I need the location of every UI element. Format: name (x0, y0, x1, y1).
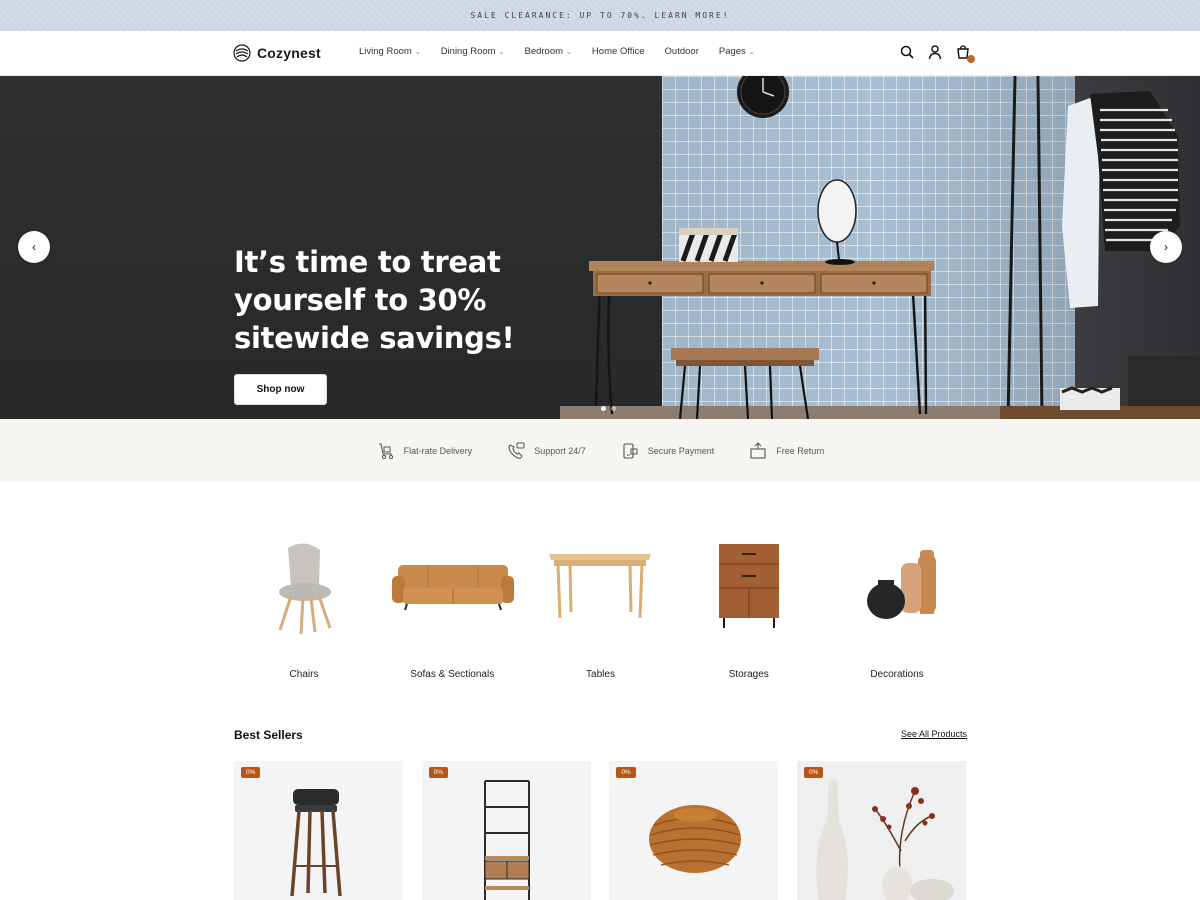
category-sofas[interactable]: Sofas & Sectionals (381, 530, 523, 680)
nav-item-outdoor[interactable]: Outdoor (665, 46, 699, 57)
best-sellers-title: Best Sellers (234, 728, 303, 742)
category-label: Decorations (870, 669, 924, 680)
feature-label: Flat-rate Delivery (403, 445, 473, 456)
feature-label: Secure Payment (647, 445, 715, 456)
chevron-right-icon: › (1164, 240, 1168, 254)
header-actions (899, 44, 975, 63)
table-image (530, 530, 672, 640)
user-icon[interactable] (927, 44, 943, 60)
feature-free-return: Free Return (748, 441, 824, 461)
category-label: Chairs (289, 669, 319, 680)
main-nav: Living Room ⌄ Dining Room ⌄ Bedroom ⌄ Home … (359, 46, 775, 57)
feature-delivery: Flat-rate Delivery (376, 441, 473, 461)
pouf-image (649, 805, 742, 873)
chevron-down-icon: ⌄ (748, 48, 755, 56)
category-tables[interactable]: Tables (530, 530, 672, 680)
secure-payment-icon (623, 442, 638, 459)
announcement-text[interactable]: SALE CLEARANCE: UP TO 70%. LEARN MORE! (470, 11, 729, 20)
search-icon[interactable] (899, 44, 915, 60)
nav-label: Home Office (591, 46, 645, 57)
product-card[interactable]: 0% (609, 761, 779, 900)
nav-label: Outdoor (664, 46, 699, 57)
chevron-down-icon: ⌄ (566, 48, 572, 56)
discount-badge: 0% (616, 767, 636, 778)
hero-next-button[interactable]: › (1150, 231, 1182, 263)
discount-badge: 0% (803, 767, 824, 778)
category-label: Tables (586, 669, 615, 680)
product-card[interactable]: 0% (234, 761, 403, 900)
logo-icon (233, 44, 251, 62)
nav-label: Dining Room (440, 46, 496, 57)
product-card[interactable]: 0% (796, 761, 966, 900)
support-icon (508, 442, 525, 459)
hero-dot-2[interactable] (611, 406, 616, 411)
feature-secure-payment: Secure Payment (620, 441, 715, 461)
cart-count-badge (967, 55, 975, 63)
category-list: Chairs Sofas & Sectionals Tables Storage… (233, 530, 968, 680)
hero-title: It’s time to treat yourself to 30% sitew… (234, 245, 515, 355)
hero-furniture-illustration (589, 76, 1200, 419)
see-all-products-link[interactable]: See All Products (901, 729, 967, 739)
product-card[interactable]: 0% (421, 761, 591, 900)
category-storages[interactable]: Storages (678, 530, 820, 680)
brand-logo[interactable]: Cozynest (233, 44, 321, 62)
shelf-image (483, 780, 530, 900)
sofa-image (381, 530, 523, 640)
nav-label: Pages (718, 46, 746, 57)
cart-icon[interactable] (955, 44, 975, 63)
nav-item-pages[interactable]: Pages ⌄ (719, 46, 755, 57)
category-label: Storages (728, 669, 769, 680)
announcement-bar[interactable]: SALE CLEARANCE: UP TO 70%. LEARN MORE! (0, 0, 1200, 31)
nav-item-bedroom[interactable]: Bedroom ⌄ (524, 46, 571, 57)
discount-badge: 0% (241, 767, 261, 778)
vases-image (816, 780, 954, 900)
nav-item-dining-room[interactable]: Dining Room ⌄ (441, 46, 505, 57)
hero-dot-1[interactable] (601, 406, 606, 411)
hero-banner: It’s time to treat yourself to 30% sitew… (0, 76, 1200, 419)
nav-item-home-office[interactable]: Home Office (592, 46, 645, 57)
feature-label: Support 24/7 (534, 445, 586, 456)
hero-prev-button[interactable]: ‹ (18, 231, 50, 263)
chair-image (233, 530, 375, 640)
site-header: Cozynest Living Room ⌄ Dining Room ⌄ Bedro… (0, 31, 1200, 76)
category-label: Sofas & Sectionals (410, 669, 495, 680)
chevron-down-icon: ⌄ (414, 48, 421, 56)
category-decorations[interactable]: Decorations (826, 530, 968, 680)
feature-support: Support 24/7 (506, 441, 586, 461)
brand-name: Cozynest (257, 45, 321, 61)
shop-now-button[interactable]: Shop now (234, 374, 327, 405)
delivery-icon (378, 442, 393, 459)
nav-item-living-room[interactable]: Living Room ⌄ (359, 46, 421, 57)
features-bar: Flat-rate Delivery Support 24/7 Secure P… (0, 419, 1200, 482)
bar-stool-image (290, 789, 342, 897)
product-grid: 0% 0% 0% 0% (234, 761, 966, 900)
decorations-image (826, 530, 968, 640)
nav-label: Bedroom (524, 46, 564, 57)
return-icon (750, 441, 766, 459)
chevron-left-icon: ‹ (32, 240, 36, 254)
feature-label: Free Return (776, 445, 825, 456)
nav-label: Living Room (359, 46, 412, 57)
chevron-down-icon: ⌄ (498, 48, 505, 56)
category-chairs[interactable]: Chairs (233, 530, 375, 680)
hero-pagination (601, 406, 616, 411)
storage-image (678, 530, 820, 640)
discount-badge: 0% (428, 767, 449, 778)
